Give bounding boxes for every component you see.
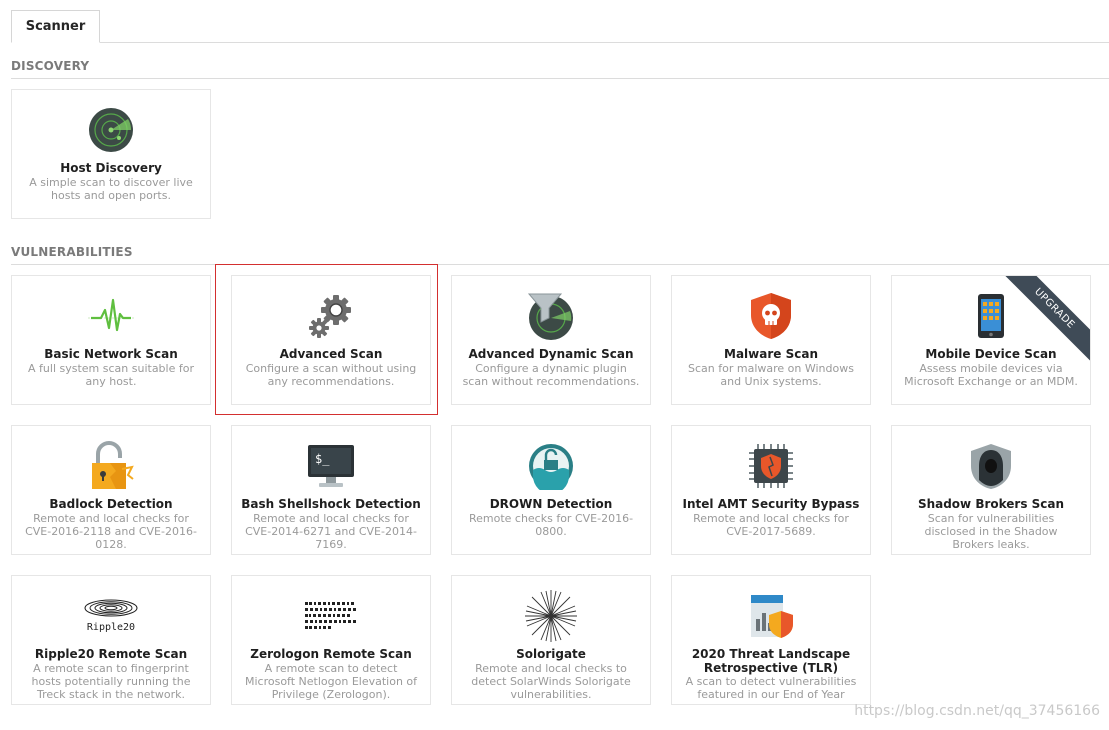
card-description: A simple scan to discover live hosts and… xyxy=(29,176,193,202)
card-description: A remote scan to fingerprint hosts poten… xyxy=(31,662,191,701)
pulse-icon xyxy=(12,286,210,346)
hooded-figure-icon xyxy=(892,436,1090,496)
starburst-icon xyxy=(452,586,650,646)
gears-icon xyxy=(232,286,430,346)
tab-bar: Scanner xyxy=(0,0,1109,43)
terminal-icon: $_ xyxy=(232,436,430,496)
card-description: A remote scan to detect Microsoft Netlog… xyxy=(244,662,418,701)
card-host-discovery[interactable]: Host Discovery A simple scan to discover… xyxy=(11,89,211,219)
card-title: Zerologon Remote Scan xyxy=(250,647,412,661)
card-title: Advanced Dynamic Scan xyxy=(468,347,634,361)
card-description: Remote and local checks for CVE-2017-568… xyxy=(693,512,849,538)
card-title: Bash Shellshock Detection xyxy=(241,497,421,511)
card-2020-threat-landscape-retrospective[interactable]: 2020 Threat Landscape Retrospective (TLR… xyxy=(671,575,871,705)
ripple-icon: Ripple20 xyxy=(12,586,210,646)
card-title: DROWN Detection xyxy=(489,497,613,511)
section-divider xyxy=(11,264,1109,265)
card-title: Ripple20 Remote Scan xyxy=(34,647,188,661)
card-title: Advanced Scan xyxy=(279,347,383,361)
card-bash-shellshock-detection[interactable]: $_ Bash Shellshock Detection Remote and … xyxy=(231,425,431,555)
card-description: Configure a dynamic plugin scan without … xyxy=(462,362,640,388)
section-title-vulnerabilities: VULNERABILITIES xyxy=(11,245,133,259)
card-intel-amt-security-bypass[interactable]: Intel AMT Security Bypass Remote and loc… xyxy=(671,425,871,555)
tab-scanner[interactable]: Scanner xyxy=(11,10,100,43)
filter-radar-icon xyxy=(452,286,650,346)
card-malware-scan[interactable]: Malware Scan Scan for malware on Windows… xyxy=(671,275,871,405)
card-description: Assess mobile devices via Microsoft Exch… xyxy=(904,362,1078,388)
card-drown-detection[interactable]: DROWN Detection Remote checks for CVE-20… xyxy=(451,425,651,555)
watermark: https://blog.csdn.net/qq_37456166 xyxy=(854,703,1100,719)
section-title-discovery: DISCOVERY xyxy=(11,59,90,73)
card-description: Remote and local checks for CVE-2014-627… xyxy=(245,512,417,551)
card-description: Remote and local checks to detect SolarW… xyxy=(471,662,631,701)
card-solorigate[interactable]: Solorigate Remote and local checks to de… xyxy=(451,575,651,705)
card-title: Intel AMT Security Bypass xyxy=(682,497,860,511)
terminal-prompt: $_ xyxy=(315,452,330,466)
card-badlock-detection[interactable]: Badlock Detection Remote and local check… xyxy=(11,425,211,555)
tab-bar-divider xyxy=(11,42,1109,43)
card-title: 2020 Threat Landscape Retrospective (TLR… xyxy=(691,647,851,675)
skull-shield-icon xyxy=(672,286,870,346)
card-description: A scan to detect vulnerabilities feature… xyxy=(685,675,857,701)
card-title: Shadow Brokers Scan xyxy=(917,497,1065,511)
card-description: Scan for malware on Windows and Unix sys… xyxy=(688,362,854,388)
card-zerologon-remote-scan[interactable]: Zerologon Remote Scan A remote scan to d… xyxy=(231,575,431,705)
card-title: Mobile Device Scan xyxy=(925,347,1057,361)
card-description: Remote checks for CVE-2016-0800. xyxy=(468,512,634,538)
ripple20-logo-text: Ripple20 xyxy=(87,622,135,633)
card-title: Solorigate xyxy=(516,647,586,661)
section-divider xyxy=(11,78,1109,79)
card-advanced-scan[interactable]: Advanced Scan Configure a scan without u… xyxy=(231,275,431,405)
card-title: Basic Network Scan xyxy=(44,347,178,361)
card-mobile-device-scan[interactable]: UPGRADE Mobile Device Scan Assess mobile… xyxy=(891,275,1091,405)
card-description: A full system scan suitable for any host… xyxy=(28,362,194,388)
broken-lock-icon xyxy=(12,436,210,496)
card-title: Host Discovery xyxy=(60,161,162,175)
card-description: Scan for vulnerabilities disclosed in th… xyxy=(924,512,1058,551)
card-description: Remote and local checks for CVE-2016-211… xyxy=(25,512,197,551)
radar-icon xyxy=(12,100,210,160)
chip-shield-icon xyxy=(672,436,870,496)
hex-dump-icon xyxy=(232,586,430,646)
card-basic-network-scan[interactable]: Basic Network Scan A full system scan su… xyxy=(11,275,211,405)
card-advanced-dynamic-scan[interactable]: Advanced Dynamic Scan Configure a dynami… xyxy=(451,275,651,405)
drowning-lock-icon xyxy=(452,436,650,496)
card-ripple20-remote-scan[interactable]: Ripple20 Ripple20 Remote Scan A remote s… xyxy=(11,575,211,705)
report-shield-icon xyxy=(672,586,870,646)
card-description: Configure a scan without using any recom… xyxy=(245,362,417,388)
card-shadow-brokers-scan[interactable]: Shadow Brokers Scan Scan for vulnerabili… xyxy=(891,425,1091,555)
card-title: Malware Scan xyxy=(724,347,818,361)
card-title: Badlock Detection xyxy=(49,497,173,511)
